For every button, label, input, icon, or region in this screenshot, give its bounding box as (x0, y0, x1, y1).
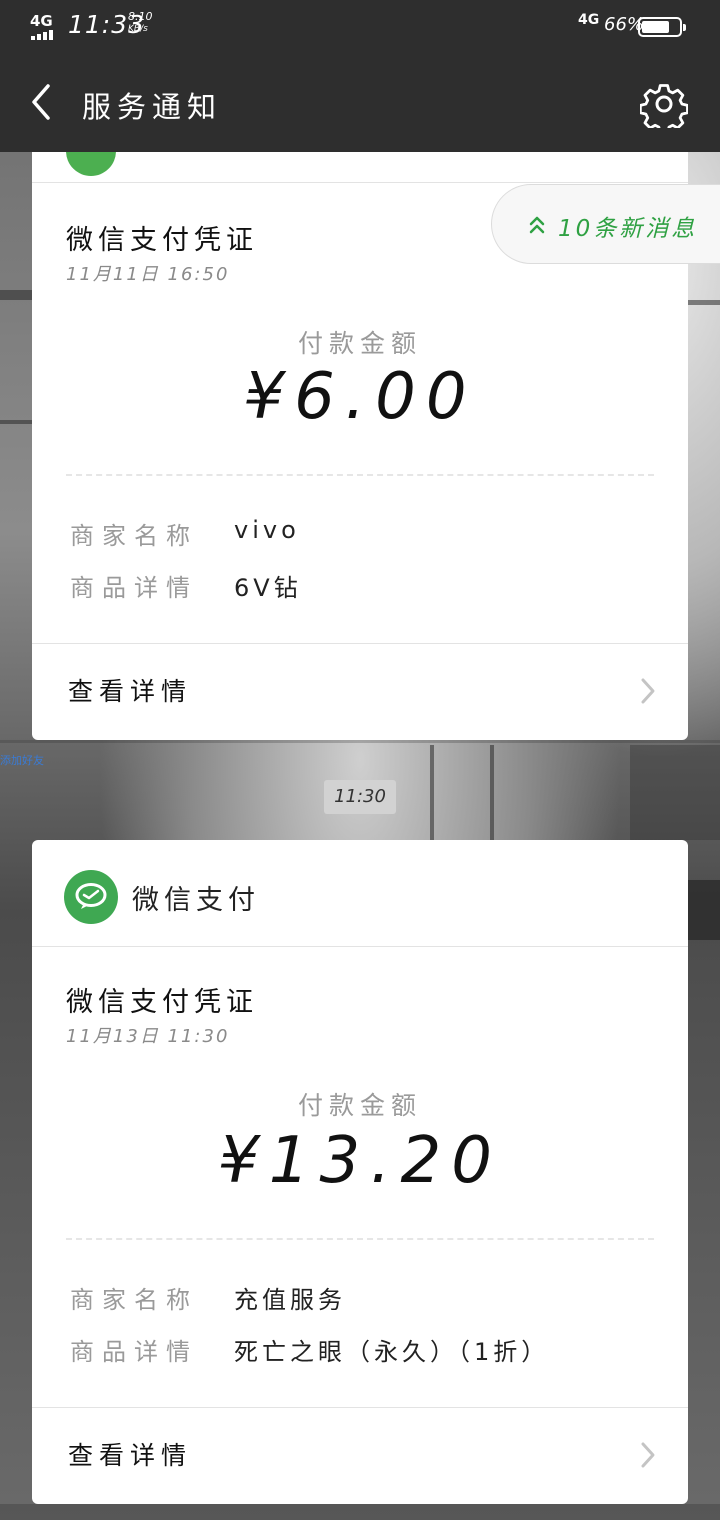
amount-value: ¥6.00 (243, 360, 477, 434)
double-chevron-up-icon (529, 216, 545, 234)
battery-icon (638, 17, 686, 37)
merchant-key: 商家名称 (70, 522, 198, 550)
wechat-pay-logo (66, 152, 116, 176)
divider (66, 1238, 654, 1240)
voucher-date: 11月11日 16:50 (66, 264, 230, 285)
network-type: 4G (30, 12, 53, 30)
merchant-value: vivo (234, 516, 300, 544)
payment-card-2: 微信支付 微信支付凭证 11月13日 11:30 付款金额 ¥13.20 商家名… (32, 840, 688, 1504)
speed-unit: KB/s (128, 24, 148, 34)
chevron-right-icon (641, 678, 655, 704)
voucher-title: 微信支付凭证 (66, 225, 258, 256)
network-speed: 8.10 KB/s (128, 10, 168, 36)
title-bar: 服务通知 (0, 52, 720, 152)
signal-icon (31, 30, 57, 40)
voucher-date: 11月13日 11:30 (66, 1026, 230, 1047)
amount-value: ¥13.20 (218, 1124, 502, 1198)
speed-value: 8.10 (128, 10, 153, 23)
page-title: 服务通知 (82, 90, 223, 124)
wechat-pay-logo (64, 870, 118, 924)
item-value: 死亡之眼（永久）（1折） (234, 1338, 550, 1366)
view-details-label: 查看详情 (68, 1441, 193, 1470)
merchant-value: 充值服务 (234, 1286, 346, 1314)
card-header: 微信支付 (32, 840, 688, 947)
amount-label: 付款金额 (297, 329, 422, 358)
item-key: 商品详情 (70, 1338, 198, 1366)
gear-icon[interactable] (640, 80, 688, 128)
chat-bubble-icon (75, 883, 107, 909)
amount-label: 付款金额 (297, 1091, 422, 1120)
new-messages-label: 10条新消息 (558, 216, 698, 242)
voucher-title: 微信支付凭证 (66, 987, 258, 1018)
chevron-right-icon (641, 1442, 655, 1468)
item-key: 商品详情 (70, 574, 198, 602)
time-divider: 11:30 (324, 780, 396, 814)
view-details-button[interactable]: 查看详情 (32, 643, 688, 740)
chevron-left-icon[interactable] (24, 82, 64, 122)
divider (66, 474, 654, 476)
merchant-key: 商家名称 (70, 1286, 198, 1314)
view-details-button[interactable]: 查看详情 (32, 1407, 688, 1504)
item-value: 6V钻 (234, 574, 302, 602)
network-type-right: 4G (578, 12, 600, 28)
view-details-label: 查看详情 (68, 677, 193, 706)
status-bar: 4G 11:33 8.10 KB/s 4G 66% (0, 0, 720, 52)
card-header-partial (32, 152, 688, 183)
side-tag: 添加好友 (0, 754, 44, 767)
sender-name: 微信支付 (132, 885, 260, 916)
new-messages-button[interactable]: 10条新消息 (491, 184, 720, 264)
